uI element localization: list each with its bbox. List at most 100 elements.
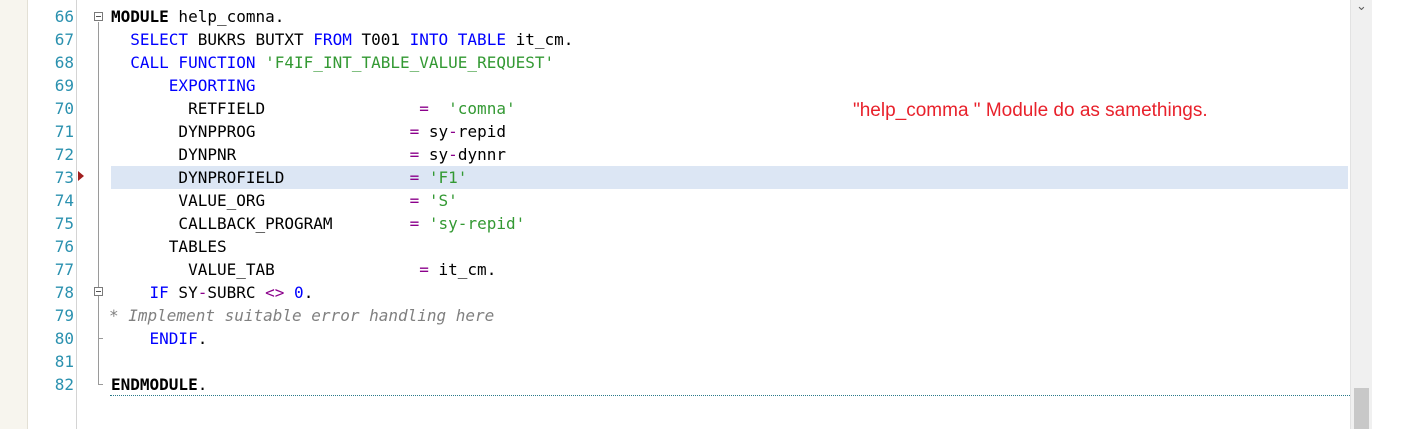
code-token: MODULE bbox=[111, 7, 169, 26]
code-token: T001 bbox=[351, 30, 410, 49]
code-token: DYNPROFIELD bbox=[111, 168, 410, 187]
code-token: sy bbox=[419, 122, 449, 141]
code-token: SELECT bbox=[130, 30, 189, 49]
line-number: 81 bbox=[54, 352, 74, 371]
code-token: CALLBACK_PROGRAM bbox=[111, 214, 410, 233]
code-token: . bbox=[197, 329, 208, 348]
vertical-scrollbar[interactable]: ⌄ bbox=[1350, 0, 1372, 429]
code-line[interactable]: MODULE help_comna. bbox=[111, 5, 284, 28]
code-token: - bbox=[448, 122, 458, 141]
right-side-panel bbox=[1372, 0, 1405, 429]
code-token: = bbox=[419, 260, 429, 279]
code-token: 'comna' bbox=[448, 99, 516, 118]
code-token: DYNPNR bbox=[111, 145, 410, 164]
code-token: = bbox=[409, 168, 420, 187]
code-token: it_cm. bbox=[428, 260, 497, 279]
code-line[interactable]: RETFIELD = 'comna' bbox=[111, 97, 516, 120]
code-token: ENDMODULE bbox=[111, 375, 198, 394]
code-token: it_cm. bbox=[505, 30, 574, 49]
code-token: - bbox=[197, 283, 208, 302]
code-token: DYNPPROG bbox=[111, 122, 410, 141]
annotation-text: "help_comma " Module do as samethings. bbox=[853, 100, 1208, 121]
line-number: 66 bbox=[54, 7, 74, 26]
code-token: RETFIELD bbox=[111, 99, 420, 118]
code-line[interactable]: DYNPNR = sy-dynnr bbox=[111, 143, 506, 166]
code-token: . bbox=[303, 283, 314, 302]
code-token: CALL FUNCTION bbox=[130, 53, 256, 72]
code-token: dynnr bbox=[457, 145, 506, 164]
end-of-code-line bbox=[110, 395, 1350, 396]
code-token: ENDIF bbox=[149, 329, 198, 348]
code-token: <> bbox=[265, 283, 285, 302]
code-line[interactable]: DYNPROFIELD = 'F1' bbox=[111, 166, 467, 189]
code-token: . bbox=[197, 375, 208, 394]
code-editor[interactable]: MODULE help_comna. SELECT BUKRS BUTXT FR… bbox=[77, 0, 1350, 429]
line-number: 78 bbox=[54, 283, 74, 302]
code-token: 'S' bbox=[428, 191, 458, 210]
code-line[interactable]: SELECT BUKRS BUTXT FROM T001 INTO TABLE … bbox=[111, 28, 573, 51]
code-line[interactable]: * Implement suitable error handling here bbox=[109, 304, 494, 327]
code-token: help_comna. bbox=[168, 7, 285, 26]
line-number: 73 bbox=[54, 168, 74, 187]
breakpoint-marker-icon[interactable] bbox=[78, 171, 84, 181]
code-token: BUKRS BUTXT bbox=[188, 30, 314, 49]
code-line[interactable]: IF SY-SUBRC <> 0. bbox=[111, 281, 314, 304]
code-token: = bbox=[409, 214, 420, 233]
line-number: 68 bbox=[54, 53, 74, 72]
chevron-down-icon[interactable]: ⌄ bbox=[1356, 0, 1367, 13]
fold-toggle-if-icon[interactable] bbox=[94, 287, 103, 296]
code-token: IF bbox=[149, 283, 169, 302]
fold-end-tick bbox=[98, 384, 103, 385]
line-number: 72 bbox=[54, 145, 74, 164]
code-token: - bbox=[448, 145, 458, 164]
code-token: sy bbox=[419, 145, 449, 164]
line-number: 69 bbox=[54, 76, 74, 95]
code-token: = bbox=[409, 191, 420, 210]
code-token: VALUE_TAB bbox=[111, 260, 420, 279]
code-token: TABLES bbox=[111, 237, 227, 256]
code-line[interactable]: ENDIF. bbox=[111, 327, 208, 350]
code-token: 'F4IF_INT_TABLE_VALUE_REQUEST' bbox=[265, 53, 555, 72]
code-line[interactable]: EXPORTING bbox=[111, 74, 256, 97]
code-token: * Implement suitable error handling here bbox=[109, 306, 495, 325]
code-line[interactable]: DYNPPROG = sy-repid bbox=[111, 120, 506, 143]
fold-end-tick-if bbox=[98, 338, 103, 339]
code-line[interactable]: ENDMODULE. bbox=[111, 373, 207, 396]
code-token: repid bbox=[457, 122, 506, 141]
editor-margin-strip bbox=[0, 0, 28, 429]
code-line[interactable]: CALL FUNCTION 'F4IF_INT_TABLE_VALUE_REQU… bbox=[111, 51, 554, 74]
code-token: = bbox=[419, 99, 429, 118]
code-token: 0 bbox=[294, 283, 304, 302]
line-number: 82 bbox=[54, 375, 74, 394]
line-number: 76 bbox=[54, 237, 74, 256]
line-number: 71 bbox=[54, 122, 74, 141]
code-token: = bbox=[409, 122, 420, 141]
code-line[interactable]: VALUE_TAB = it_cm. bbox=[111, 258, 496, 281]
code-token: INTO TABLE bbox=[409, 30, 506, 49]
line-number: 70 bbox=[54, 99, 74, 118]
line-number: 74 bbox=[54, 191, 74, 210]
line-number: 80 bbox=[54, 329, 74, 348]
code-token: = bbox=[409, 145, 420, 164]
code-line[interactable]: CALLBACK_PROGRAM = 'sy-repid' bbox=[111, 212, 525, 235]
fold-toggle-module-icon[interactable] bbox=[94, 12, 103, 21]
line-number: 67 bbox=[54, 30, 74, 49]
scrollbar-thumb[interactable] bbox=[1354, 388, 1369, 429]
code-line[interactable]: TABLES bbox=[111, 235, 227, 258]
code-token: FROM bbox=[313, 30, 352, 49]
code-line[interactable]: VALUE_ORG = 'S' bbox=[111, 189, 458, 212]
code-token: 'F1' bbox=[428, 168, 468, 187]
line-number: 77 bbox=[54, 260, 74, 279]
fold-guide-line bbox=[98, 22, 99, 384]
code-token: VALUE_ORG bbox=[111, 191, 410, 210]
line-number: 79 bbox=[54, 306, 74, 325]
line-number: 75 bbox=[54, 214, 74, 233]
